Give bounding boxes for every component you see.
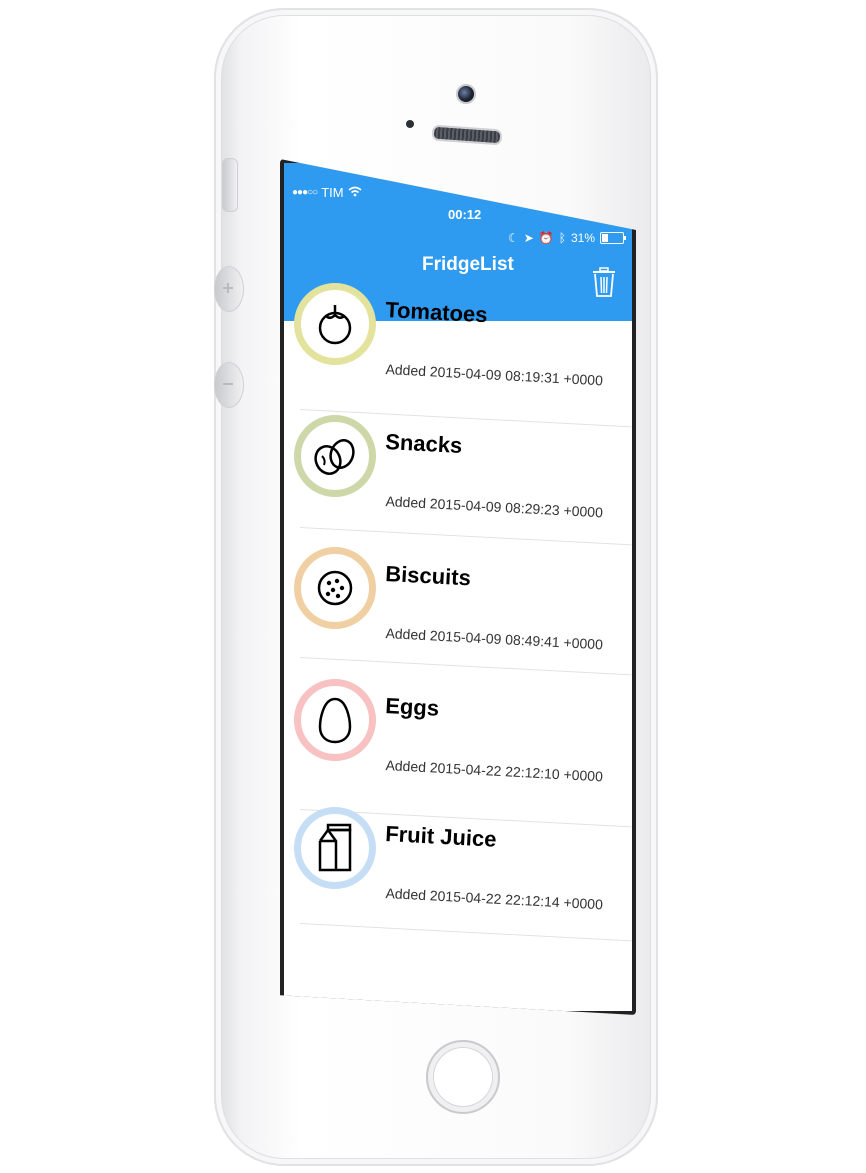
list-item[interactable]: Biscuits Added 2015-04-09 08:49:41 +0000 (284, 543, 632, 671)
list-item[interactable]: Snacks Added 2015-04-09 08:29:23 +0000 (284, 411, 632, 539)
list-item[interactable]: Fruit Juice Added 2015-04-22 22:12:14 +0… (284, 803, 632, 931)
wifi-icon (348, 185, 362, 200)
proximity-sensor (406, 120, 414, 128)
mute-switch (222, 158, 238, 212)
item-avatar (294, 547, 376, 629)
list-item[interactable]: Tomatoes Added 2015-04-09 08:19:31 +0000 (284, 279, 632, 407)
app-title: FridgeList (422, 254, 514, 275)
status-time: 00:12 (448, 207, 482, 222)
tomato-icon (318, 305, 352, 345)
item-name: Tomatoes (384, 297, 489, 328)
egg-icon (318, 697, 352, 744)
battery-percent: 31% (570, 231, 595, 245)
item-name: Fruit Juice (384, 821, 498, 852)
item-avatar (294, 415, 376, 497)
item-name: Snacks (384, 429, 463, 458)
signal-strength: ●●●○○ (292, 187, 318, 198)
juice-carton-icon (318, 823, 352, 872)
item-avatar (294, 283, 376, 365)
battery-icon (600, 232, 626, 244)
phone-screen: ●●●○○ TIM 00:12 ☾ ➤ ⏰ ᛒ 31% FridgeList T… (280, 159, 636, 1015)
item-name: Eggs (384, 693, 440, 721)
item-added-date: Added 2015-04-09 08:29:23 +0000 (385, 493, 604, 521)
snacks-icon (314, 439, 355, 475)
item-avatar (294, 807, 376, 889)
item-name: Biscuits (384, 561, 472, 591)
list-item[interactable]: Eggs Added 2015-04-22 22:12:10 +0000 (284, 675, 632, 803)
item-added-date: Added 2015-04-09 08:19:31 +0000 (385, 361, 604, 389)
item-added-date: Added 2015-04-22 22:12:10 +0000 (385, 757, 604, 785)
item-avatar (294, 679, 376, 761)
status-bar-left: ●●●○○ TIM (292, 185, 362, 200)
volume-up-button (214, 266, 244, 312)
front-camera (456, 84, 476, 104)
volume-down-button (214, 362, 244, 408)
carrier-name: TIM (321, 185, 344, 200)
moon-icon: ☾ (507, 231, 519, 245)
item-added-date: Added 2015-04-22 22:12:14 +0000 (385, 885, 604, 913)
bluetooth-icon: ᛒ (558, 231, 566, 245)
biscuit-icon (317, 570, 353, 606)
item-added-date: Added 2015-04-09 08:49:41 +0000 (385, 625, 604, 653)
alarm-icon: ⏰ (538, 231, 554, 245)
home-button[interactable] (426, 1040, 500, 1114)
status-bar-right: ☾ ➤ ⏰ ᛒ 31% (507, 231, 626, 245)
app-display: ●●●○○ TIM 00:12 ☾ ➤ ⏰ ᛒ 31% FridgeList T… (284, 163, 632, 1011)
location-icon: ➤ (523, 231, 534, 245)
